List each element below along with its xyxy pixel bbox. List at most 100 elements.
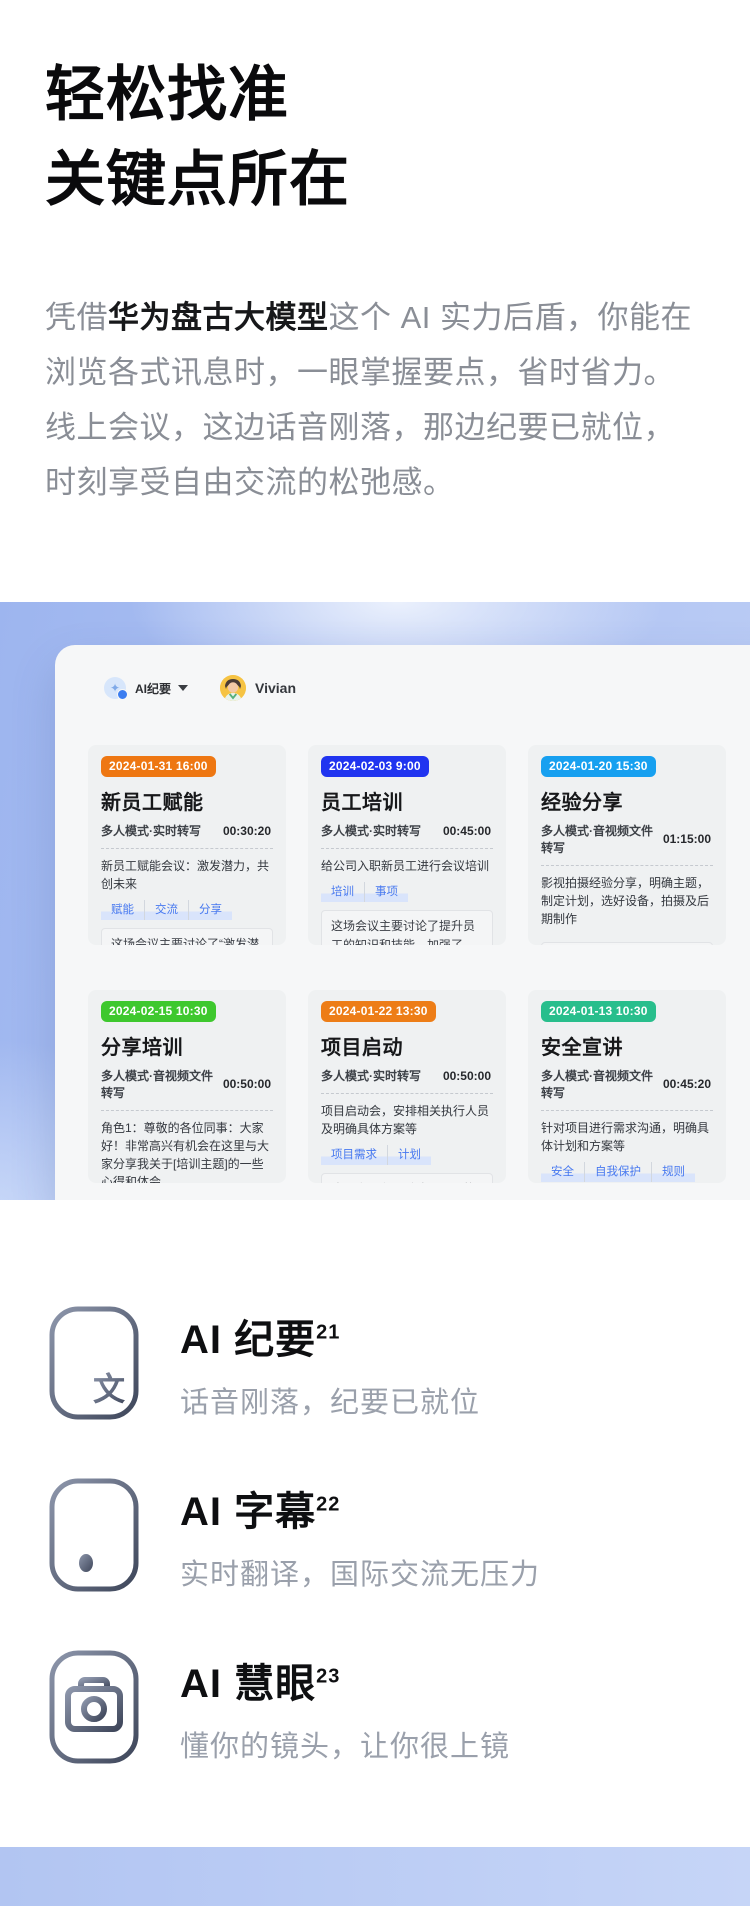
date-badge: 2024-02-15 10:30 <box>101 1001 216 1022</box>
feature-description: 实时翻译，国际交流无压力 <box>180 1551 540 1593</box>
card-mode: 多人模式·音视频文件转写 <box>541 1067 663 1101</box>
app-logo-icon: ✦ <box>104 677 126 699</box>
feature-row: 文 AI 纪要21 话音刚落，纪要已就位 <box>48 1305 750 1421</box>
tag[interactable]: 自我保护 <box>584 1162 651 1182</box>
date-badge: 2024-01-13 10:30 <box>541 1001 656 1022</box>
app-window: ✦ AI纪要 Vivian 2024-01-31 16:00 新员工赋能 <box>55 645 750 1200</box>
page-title-line2: 关键点所在 <box>45 146 350 213</box>
card-description: 给公司入职新员工进行会议培训 <box>321 857 493 875</box>
tag[interactable]: 赋能 <box>101 900 144 920</box>
meeting-card[interactable]: 2024-02-03 9:00 员工培训 多人模式·实时转写 00:45:00 … <box>308 745 506 945</box>
date-badge: 2024-01-20 15:30 <box>541 756 656 777</box>
card-description: 影视拍摄经验分享，明确主题，制定计划，选好设备，拍摄及后期制作 <box>541 874 713 928</box>
card-description: 角色1：尊敬的各位同事：大家好！非常高兴有机会在这里与大家分享我关于[培训主题]… <box>101 1119 273 1183</box>
date-badge: 2024-01-22 13:30 <box>321 1001 436 1022</box>
tag[interactable]: 培训 <box>321 882 364 902</box>
tag-row: 项目需求 计划 <box>321 1145 493 1165</box>
card-mode: 多人模式·音视频文件转写 <box>541 822 663 856</box>
card-meta: 多人模式·音视频文件转写 00:50:00 <box>101 1067 273 1101</box>
tag[interactable]: 规则 <box>651 1162 695 1182</box>
card-duration: 00:50:00 <box>443 1069 491 1083</box>
feature-footnote: 22 <box>316 1494 340 1516</box>
ai-summary: 这场会议主要讨论了项目的启动，使团队成员对项目目标、任务... <box>321 1173 493 1183</box>
generate-summary-button[interactable]: 未生成AI概要 <box>541 942 713 945</box>
feature-title-text: AI 纪要 <box>180 1318 316 1362</box>
tag[interactable]: 项目需求 <box>321 1145 387 1165</box>
card-title: 员工培训 <box>321 786 493 815</box>
card-mode: 多人模式·音视频文件转写 <box>101 1067 223 1101</box>
tag-row: 安全 自我保护 规则 <box>541 1162 713 1182</box>
card-mode: 多人模式·实时转写 <box>101 822 201 839</box>
dashed-divider <box>321 848 493 849</box>
tag[interactable]: 分享 <box>188 900 232 920</box>
card-mode: 多人模式·实时转写 <box>321 1067 421 1084</box>
waveform-transcript-icon: 文 <box>48 1305 140 1421</box>
intro-brand-bold: 华为盘古大模型 <box>108 300 329 335</box>
next-section-strip <box>0 1847 750 1906</box>
feature-title: AI 纪要21 <box>180 1307 480 1365</box>
dashed-divider <box>101 848 273 849</box>
date-badge: 2024-01-31 16:00 <box>101 756 216 777</box>
feature-title: AI 字幕22 <box>180 1479 540 1537</box>
card-duration: 00:45:00 <box>443 824 491 838</box>
app-menu-label[interactable]: AI纪要 <box>135 680 171 697</box>
dashed-divider <box>321 1093 493 1094</box>
card-description: 项目启动会，安排相关执行人员及明确具体方案等 <box>321 1102 493 1138</box>
card-title: 新员工赋能 <box>101 786 273 815</box>
card-mode: 多人模式·实时转写 <box>321 822 421 839</box>
card-meta: 多人模式·实时转写 00:45:00 <box>321 822 493 839</box>
card-meta: 多人模式·音视频文件转写 00:45:20 <box>541 1067 713 1101</box>
svg-text:文: 文 <box>93 1370 125 1408</box>
feature-row: AI 字幕22 实时翻译，国际交流无压力 <box>48 1477 750 1593</box>
tag[interactable]: 安全 <box>541 1162 584 1182</box>
meeting-card[interactable]: 2024-01-22 13:30 项目启动 多人模式·实时转写 00:50:00… <box>308 990 506 1183</box>
card-duration: 01:15:00 <box>663 832 711 846</box>
feature-description: 话音刚落，纪要已就位 <box>180 1379 480 1421</box>
feature-footnote: 21 <box>316 1322 340 1344</box>
feature-list: 文 AI 纪要21 话音刚落，纪要已就位 AI 字幕22 实时翻译，国际交流无压… <box>48 1305 750 1765</box>
feature-title-text: AI 字幕 <box>180 1490 316 1534</box>
feature-footnote: 23 <box>316 1666 340 1688</box>
hero-section: ✦ AI纪要 Vivian 2024-01-31 16:00 新员工赋能 <box>0 602 750 1200</box>
chevron-down-icon[interactable] <box>178 685 188 691</box>
avatar[interactable] <box>220 675 246 701</box>
card-duration: 00:50:00 <box>223 1077 271 1091</box>
meeting-card[interactable]: 2024-01-20 15:30 经验分享 多人模式·音视频文件转写 01:15… <box>528 745 726 945</box>
card-description: 新员工赋能会议：激发潜力，共创未来 <box>101 857 273 893</box>
camera-icon <box>48 1649 140 1765</box>
card-title: 经验分享 <box>541 786 713 815</box>
tag-row: 赋能 交流 分享 <box>101 900 273 920</box>
subtitles-icon <box>48 1477 140 1593</box>
feature-text: AI 慧眼23 懂你的镜头，让你很上镜 <box>180 1649 510 1765</box>
card-duration: 00:30:20 <box>223 824 271 838</box>
feature-row: AI 慧眼23 懂你的镜头，让你很上镜 <box>48 1649 750 1765</box>
card-meta: 多人模式·实时转写 00:50:00 <box>321 1067 493 1084</box>
intro-paragraph: 凭借华为盘古大模型这个 AI 实力后盾，你能在浏览各式讯息时，一眼掌握要点，省时… <box>45 290 706 510</box>
meeting-card[interactable]: 2024-01-13 10:30 安全宣讲 多人模式·音视频文件转写 00:45… <box>528 990 726 1183</box>
dashed-divider <box>541 865 713 866</box>
card-title: 分享培训 <box>101 1031 273 1060</box>
tag[interactable]: 事项 <box>364 882 408 902</box>
feature-text: AI 字幕22 实时翻译，国际交流无压力 <box>180 1477 540 1593</box>
dashed-divider <box>541 1110 713 1111</box>
meeting-card-grid: 2024-01-31 16:00 新员工赋能 多人模式·实时转写 00:30:2… <box>88 745 726 1183</box>
card-meta: 多人模式·实时转写 00:30:20 <box>101 822 273 839</box>
meeting-card[interactable]: 2024-02-15 10:30 分享培训 多人模式·音视频文件转写 00:50… <box>88 990 286 1183</box>
ai-summary: 这场会议主要讨论了提升员工的知识和技能，加强了团... <box>321 910 493 945</box>
ai-summary: 这场会议主要讨论了“激发潜力，共创未来”，会议旨在通过培训和交流，... <box>101 928 273 945</box>
tag[interactable]: 交流 <box>144 900 188 920</box>
feature-text: AI 纪要21 话音刚落，纪要已就位 <box>180 1305 480 1421</box>
meeting-card[interactable]: 2024-01-31 16:00 新员工赋能 多人模式·实时转写 00:30:2… <box>88 745 286 945</box>
card-title: 项目启动 <box>321 1031 493 1060</box>
feature-description: 懂你的镜头，让你很上镜 <box>180 1723 510 1765</box>
tag[interactable]: 计划 <box>387 1145 431 1165</box>
card-meta: 多人模式·音视频文件转写 01:15:00 <box>541 822 713 856</box>
tag-row: 培训 事项 <box>321 882 493 902</box>
page-title-line1: 轻松找准 <box>45 61 289 128</box>
feature-title-text: AI 慧眼 <box>180 1662 316 1706</box>
card-title: 安全宣讲 <box>541 1031 713 1060</box>
intro-prefix: 凭借 <box>45 300 108 335</box>
card-description: 针对项目进行需求沟通，明确具体计划和方案等 <box>541 1119 713 1155</box>
app-header: ✦ AI纪要 Vivian <box>104 675 750 701</box>
dashed-divider <box>101 1110 273 1111</box>
